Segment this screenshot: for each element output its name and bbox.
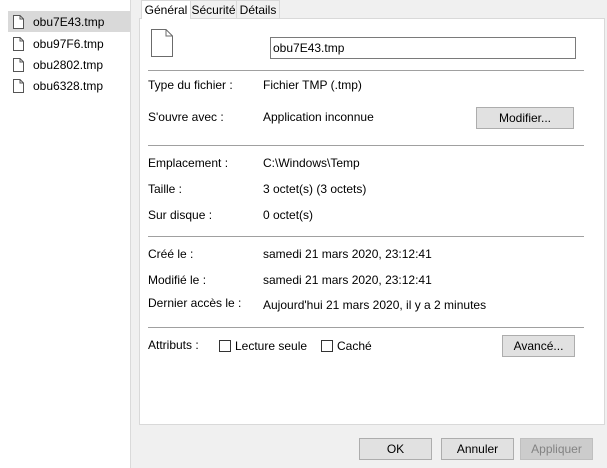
tab-details[interactable]: Détails bbox=[236, 0, 280, 18]
hidden-checkbox[interactable]: Caché bbox=[321, 339, 372, 353]
disk-size-value: 0 octet(s) bbox=[263, 208, 314, 222]
file-item[interactable]: obu7E43.tmp bbox=[8, 11, 132, 32]
location-label: Emplacement : bbox=[148, 156, 229, 170]
checkbox-box[interactable] bbox=[321, 340, 333, 352]
location-value: C:\Windows\Temp bbox=[263, 156, 360, 170]
disk-size-label: Sur disque : bbox=[148, 208, 213, 222]
tab-security[interactable]: Sécurité bbox=[190, 0, 237, 18]
tab-general[interactable]: Général bbox=[141, 0, 191, 19]
file-item[interactable]: obu97F6.tmp bbox=[8, 33, 132, 54]
opens-with-label: S'ouvre avec : bbox=[148, 110, 224, 124]
ok-button[interactable]: OK bbox=[359, 438, 432, 460]
file-icon bbox=[13, 78, 24, 93]
opens-with-value: Application inconnue bbox=[263, 110, 374, 124]
file-item[interactable]: obu2802.tmp bbox=[8, 54, 132, 75]
file-name: obu97F6.tmp bbox=[33, 36, 104, 51]
file-name: obu2802.tmp bbox=[33, 57, 104, 72]
size-label: Taille : bbox=[148, 182, 183, 196]
checkbox-box[interactable] bbox=[219, 340, 231, 352]
file-icon bbox=[13, 57, 24, 72]
type-value: Fichier TMP (.tmp) bbox=[263, 78, 362, 92]
file-list: obu7E43.tmp obu97F6.tmp obu2802.tmp obu6… bbox=[0, 0, 132, 468]
modified-value: samedi 21 mars 2020, 23:12:41 bbox=[263, 273, 432, 287]
readonly-checkbox[interactable]: Lecture seule bbox=[219, 339, 307, 353]
apply-button[interactable]: Appliquer bbox=[520, 438, 593, 460]
type-label: Type du fichier : bbox=[148, 78, 233, 92]
properties-dialog: Général Sécurité Détails obu7E43.tmp Typ… bbox=[130, 0, 607, 468]
file-icon bbox=[13, 14, 24, 29]
modify-button[interactable]: Modifier... bbox=[476, 107, 574, 129]
file-name: obu7E43.tmp bbox=[33, 14, 105, 29]
file-item[interactable]: obu6328.tmp bbox=[8, 75, 132, 96]
created-label: Créé le : bbox=[148, 247, 194, 261]
advanced-button[interactable]: Avancé... bbox=[502, 335, 575, 357]
file-icon bbox=[151, 29, 173, 60]
cancel-button[interactable]: Annuler bbox=[441, 438, 514, 460]
general-panel: obu7E43.tmp Type du fichier : Fichier TM… bbox=[139, 18, 605, 425]
modified-label: Modifié le : bbox=[148, 273, 207, 287]
file-name-field[interactable]: obu7E43.tmp bbox=[270, 37, 576, 59]
file-name: obu6328.tmp bbox=[33, 78, 104, 93]
tab-label: Détails bbox=[239, 2, 277, 17]
accessed-label: Dernier accès le : bbox=[148, 296, 242, 310]
readonly-label: Lecture seule bbox=[235, 339, 308, 353]
file-icon bbox=[13, 36, 24, 51]
accessed-value: Aujourd'hui 21 mars 2020, il y a 2 minut… bbox=[263, 298, 487, 312]
separator bbox=[148, 70, 584, 71]
created-value: samedi 21 mars 2020, 23:12:41 bbox=[263, 247, 432, 261]
hidden-label: Caché bbox=[337, 339, 372, 353]
separator bbox=[148, 236, 584, 237]
size-value: 3 octet(s) (3 octets) bbox=[263, 182, 367, 196]
tab-label: Sécurité bbox=[191, 2, 236, 17]
tab-label: Général bbox=[144, 3, 188, 17]
separator bbox=[148, 327, 584, 328]
separator bbox=[148, 145, 584, 146]
attributes-label: Attributs : bbox=[148, 338, 199, 352]
